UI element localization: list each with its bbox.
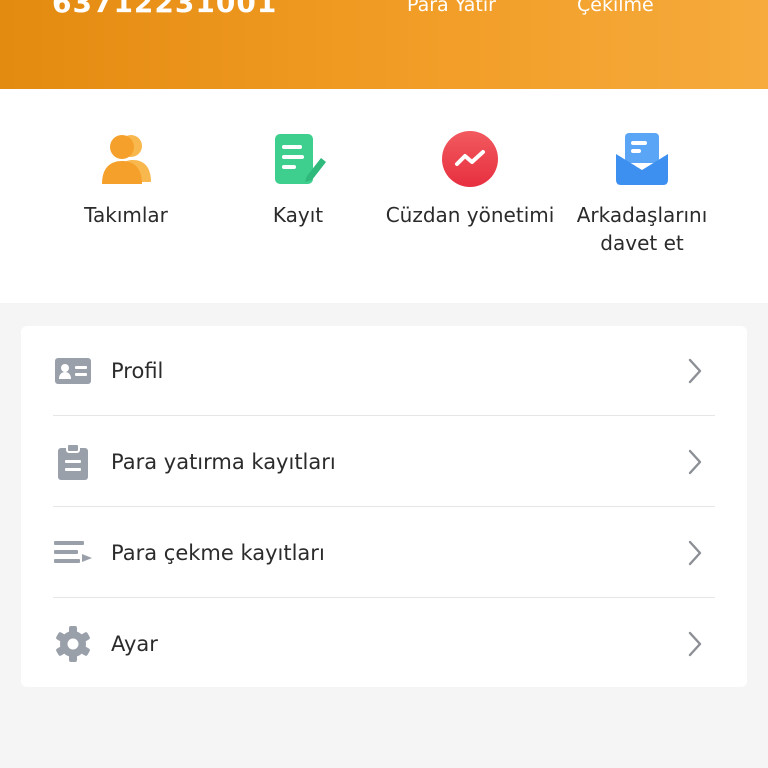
invite-mail-icon [612,129,672,189]
team-icon [96,129,156,189]
record-icon [268,129,328,189]
menu-divider [53,415,715,416]
menu-item-label: Profil [111,359,164,383]
menu-item-profile[interactable]: Profil [53,326,715,416]
menu-item-deposit-records[interactable]: Para yatırma kayıtları [53,417,715,507]
clipboard-icon [53,442,93,482]
menu-divider [53,597,715,598]
quick-actions: Takımlar Kayıt Cüzdan yönetimi Arkadaşla… [0,89,768,303]
menu-item-label: Ayar [111,632,158,656]
chevron-right-icon [683,356,707,386]
menu-item-settings[interactable]: Ayar [53,599,715,689]
quick-action-label: Arkadaşlarını davet et [576,203,708,255]
quick-action-record[interactable]: Kayıt [212,129,384,229]
account-id: 63712231001 [52,0,278,19]
transfer-list-icon [53,533,93,573]
deposit-link[interactable]: Para Yatır [407,0,496,16]
quick-action-label: Takımlar [84,203,168,227]
wallet-trend-icon [440,129,500,189]
menu-divider [53,506,715,507]
menu-item-withdraw-records[interactable]: Para çekme kayıtları [53,508,715,598]
withdraw-link[interactable]: Çekilme [577,0,654,16]
settings-menu: Profil Para yatırma kayıtları Para çekme… [21,326,747,687]
quick-action-label: Kayıt [272,203,324,227]
account-header: 63712231001 Para Yatır Çekilme [0,0,768,89]
quick-action-teams[interactable]: Takımlar [40,129,212,229]
chevron-right-icon [683,447,707,477]
gear-icon [53,624,93,664]
quick-action-invite[interactable]: Arkadaşlarını davet et [556,129,728,257]
id-card-icon [53,351,93,391]
menu-item-label: Para yatırma kayıtları [111,450,336,474]
quick-action-wallet[interactable]: Cüzdan yönetimi [384,129,556,229]
menu-item-label: Para çekme kayıtları [111,541,325,565]
chevron-right-icon [683,538,707,568]
quick-action-label: Cüzdan yönetimi [385,203,555,227]
chevron-right-icon [683,629,707,659]
